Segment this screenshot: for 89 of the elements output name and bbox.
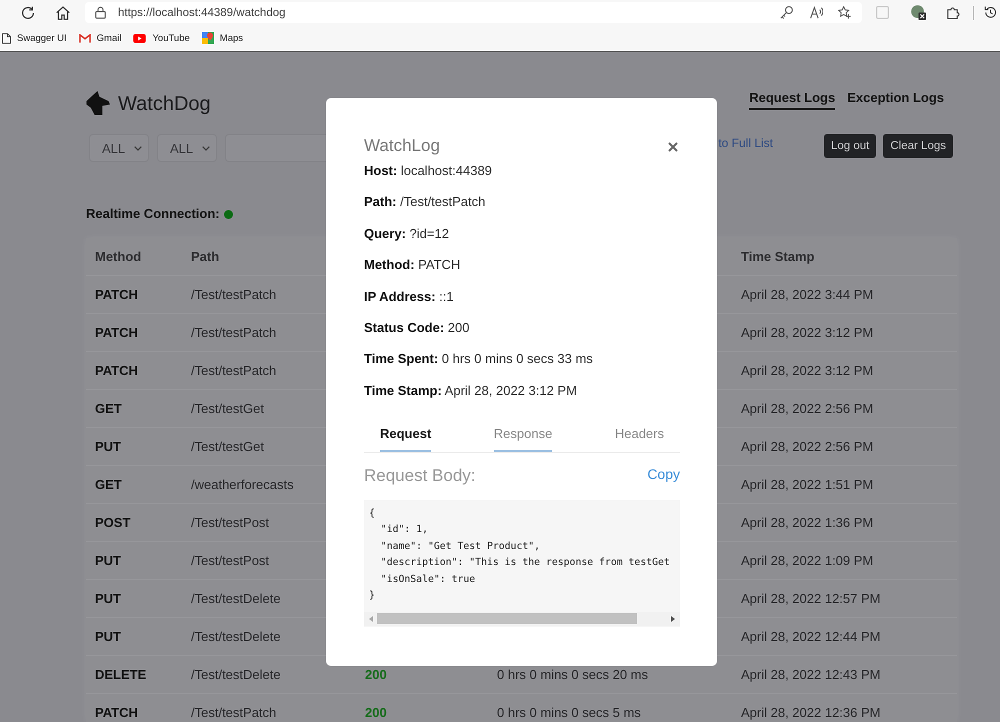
detail-line: Time Stamp: April 28, 2022 3:12 PM: [364, 382, 578, 399]
method-cell: PATCH: [95, 705, 138, 720]
path-cell: /Test/testPost: [191, 515, 270, 530]
path-cell: /weatherforecasts: [191, 477, 294, 492]
method-cell: DELETE: [95, 667, 146, 682]
timestamp-cell: April 28, 2022 2:56 PM: [741, 401, 874, 416]
method-cell: PUT: [95, 439, 121, 454]
nav-tab[interactable]: Request Logs: [749, 90, 836, 110]
timestamp-cell: April 28, 2022 1:09 PM: [741, 553, 874, 568]
duration-cell: 0 hrs 0 mins 0 secs 5 ms: [497, 705, 641, 720]
filter-select[interactable]: ALL: [89, 134, 149, 162]
bookmark-link[interactable]: Gmail: [78, 32, 122, 44]
address-bar[interactable]: https://localhost:44389/watchdog: [85, 2, 862, 23]
globe-badge-icon[interactable]: [911, 5, 926, 20]
log-out-button[interactable]: Log out: [824, 134, 876, 158]
page-icon: [2, 32, 11, 44]
filter-input[interactable]: [225, 134, 326, 162]
path-cell: /Test/testPatch: [191, 325, 276, 340]
mail-icon: [78, 34, 91, 42]
path-cell: /Test/testGet: [191, 401, 264, 416]
dialog-title: WatchLog: [364, 135, 440, 157]
method-cell: PATCH: [95, 287, 138, 302]
bookmark-link[interactable]: Swagger UI: [2, 32, 67, 44]
json-code-text: { "id": 1, "name": "Get Test Product", "description": "This is the response from testGet "isOnSale": true }: [368, 506, 671, 604]
connection-label: Realtime Connection:: [86, 206, 220, 222]
filter-select[interactable]: ALL: [157, 134, 217, 162]
path-cell: /Test/testDelete: [191, 667, 281, 682]
timestamp-cell: April 28, 2022 1:51 PM: [741, 477, 874, 492]
path-cell: /Test/testDelete: [191, 629, 281, 644]
path-cell: /Test/testPost: [191, 553, 270, 568]
column-header: Time Stamp: [741, 249, 814, 264]
detail-line: Query: ?id=12: [364, 226, 450, 242]
method-cell: PUT: [95, 553, 121, 568]
detail-line: Path: /Test/testPatch: [364, 194, 486, 210]
method-cell: GET: [95, 401, 122, 416]
method-cell: PUT: [95, 629, 121, 644]
dialog-tab[interactable]: Request: [380, 426, 432, 452]
key-icon[interactable]: [780, 6, 793, 19]
timestamp-cell: April 28, 2022 12:43 PM: [741, 667, 880, 682]
dog-head-icon: [86, 91, 110, 115]
history-icon[interactable]: [984, 6, 997, 19]
app-title: WatchDog: [118, 92, 211, 117]
play-button-icon: [133, 34, 146, 42]
detail-line: Method: PATCH: [364, 257, 462, 274]
star-plus-icon[interactable]: [838, 6, 851, 19]
section-label: Request Body:: [364, 464, 476, 487]
method-cell: POST: [95, 515, 130, 530]
nav-tab[interactable]: Exception Logs: [847, 90, 944, 110]
refresh-icon[interactable]: [21, 6, 35, 20]
method-cell: PATCH: [95, 363, 138, 378]
close-icon[interactable]: [668, 142, 678, 152]
scrollbar-thumb[interactable]: [377, 613, 637, 624]
path-cell: /Test/testDelete: [191, 591, 281, 606]
map-pin-icon: [202, 32, 214, 44]
read-aloud-icon[interactable]: [810, 6, 823, 19]
method-cell: GET: [95, 477, 122, 492]
lock-icon[interactable]: [95, 6, 106, 19]
method-cell: PUT: [95, 591, 121, 606]
method-cell: PATCH: [95, 325, 138, 340]
horizontal-scrollbar[interactable]: [364, 612, 680, 626]
detail-line: Host: localhost:44389: [364, 163, 493, 179]
timestamp-cell: April 28, 2022 3:12 PM: [741, 325, 874, 340]
clear-logs-button[interactable]: Clear Logs: [883, 134, 953, 158]
detail-line: IP Address: ::1: [364, 288, 455, 305]
duration-cell: 0 hrs 0 mins 0 secs 20 ms: [497, 667, 648, 682]
timestamp-cell: April 28, 2022 3:44 PM: [741, 287, 874, 302]
chevron-down-icon: [134, 146, 142, 150]
path-cell: /Test/testPatch: [191, 363, 276, 378]
column-header: Method: [95, 249, 142, 264]
timestamp-cell: April 28, 2022 12:57 PM: [741, 591, 880, 606]
column-header: Path: [191, 249, 220, 264]
path-cell: /Test/testPatch: [191, 287, 276, 302]
chevron-down-icon: [202, 146, 210, 150]
detail-line: Status Code: 200: [364, 320, 470, 336]
status-code-cell: 200: [365, 705, 387, 720]
path-cell: /Test/testPatch: [191, 705, 276, 720]
detail-line: Time Spent: 0 hrs 0 mins 0 secs 33 ms: [364, 351, 594, 368]
timestamp-cell: April 28, 2022 2:56 PM: [741, 439, 874, 454]
scroll-right-arrow-icon[interactable]: [671, 616, 675, 622]
bookmark-link[interactable]: Maps: [202, 32, 244, 44]
timestamp-cell: April 28, 2022 1:36 PM: [741, 515, 874, 530]
status-code-cell: 200: [365, 667, 387, 682]
home-icon[interactable]: [56, 6, 70, 20]
path-cell: /Test/testGet: [191, 439, 264, 454]
puzzle-icon[interactable]: [947, 6, 960, 19]
timestamp-cell: April 28, 2022 3:12 PM: [741, 363, 874, 378]
timestamp-cell: April 28, 2022 12:36 PM: [741, 705, 880, 720]
bookmark-link[interactable]: YouTube: [133, 32, 190, 44]
timestamp-cell: April 28, 2022 12:44 PM: [741, 629, 880, 644]
